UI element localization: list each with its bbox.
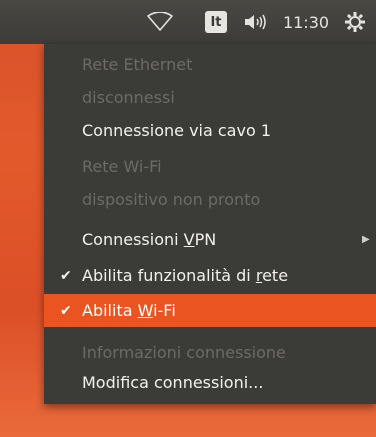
- menu-item-label: Rete Wi-Fi: [82, 157, 162, 176]
- submenu-arrow-icon: ▶: [362, 234, 370, 245]
- edit-connections-item[interactable]: Modifica connessioni...: [44, 366, 376, 399]
- menu-item-label: dispositivo non pronto: [82, 190, 261, 209]
- menu-item-label: Rete Ethernet: [82, 55, 193, 74]
- keyboard-layout-indicator[interactable]: It: [205, 11, 227, 33]
- wifi-network-header: Rete Wi-Fi: [44, 150, 376, 183]
- menu-item-label: Connessioni VPN: [82, 230, 217, 249]
- menu-item-label: disconnessi: [82, 88, 175, 107]
- menu-item-label: Modifica connessioni...: [82, 373, 264, 392]
- checkmark-icon: ✔: [60, 302, 72, 319]
- vpn-connections-item[interactable]: Connessioni VPN ▶: [44, 223, 376, 256]
- menu-item-label: Abilita funzionalità di rete: [82, 266, 289, 285]
- wired-connection-item[interactable]: Connessione via cavo 1: [44, 114, 376, 147]
- wifi-status: dispositivo non pronto: [44, 183, 376, 216]
- clock[interactable]: 11:30: [276, 0, 336, 44]
- enable-wifi-item[interactable]: ✔ Abilita Wi-Fi: [44, 294, 376, 327]
- gear-icon[interactable]: [338, 0, 372, 44]
- ethernet-status: disconnessi: [44, 81, 376, 114]
- wifi-icon[interactable]: [140, 0, 180, 44]
- menu-item-label: Abilita Wi-Fi: [82, 301, 176, 320]
- top-panel: It 11:30: [0, 0, 376, 44]
- volume-icon[interactable]: [236, 0, 276, 44]
- network-menu: Rete Ethernet disconnessi Connessione vi…: [44, 44, 376, 404]
- menu-item-label: Informazioni connessione: [82, 343, 286, 362]
- checkmark-icon: ✔: [60, 267, 72, 284]
- enable-networking-item[interactable]: ✔ Abilita funzionalità di rete: [44, 259, 376, 292]
- ethernet-network-header: Rete Ethernet: [44, 48, 376, 81]
- connection-info-item: Informazioni connessione: [44, 336, 376, 369]
- menu-item-label: Connessione via cavo 1: [82, 121, 271, 140]
